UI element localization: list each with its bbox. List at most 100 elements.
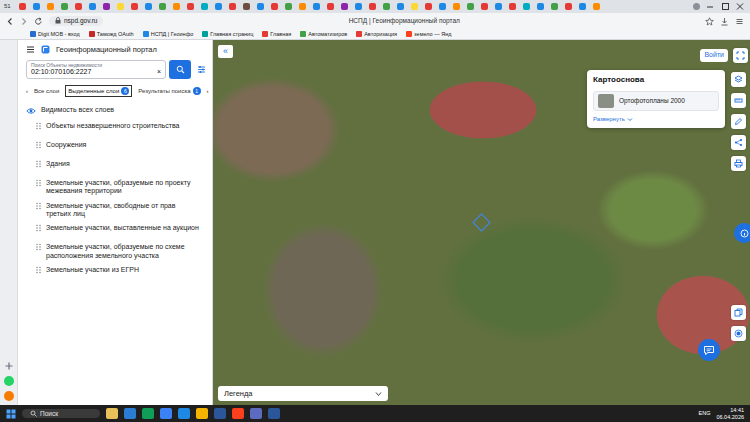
back-icon[interactable] [6, 17, 14, 26]
browser-tab[interactable] [171, 1, 182, 12]
bookmark[interactable]: Автоматизиров [300, 31, 347, 38]
browser-tab[interactable] [325, 1, 336, 12]
browser-tab[interactable] [227, 1, 238, 12]
bookmark[interactable]: Главная страниц [202, 31, 253, 38]
browser-tab[interactable] [199, 1, 210, 12]
drag-handle-icon[interactable] [36, 243, 41, 251]
taskbar-app-icon[interactable] [232, 408, 244, 419]
browser-tab[interactable] [381, 1, 392, 12]
windows-start-icon[interactable] [6, 409, 16, 419]
layer-tab[interactable]: Все слои [31, 86, 62, 97]
browser-tab[interactable] [185, 1, 196, 12]
reload-icon[interactable] [34, 17, 43, 26]
whatsapp-icon[interactable] [4, 376, 14, 386]
browser-tab[interactable] [423, 1, 434, 12]
maximize-icon[interactable] [719, 2, 731, 11]
download-icon[interactable] [720, 17, 729, 26]
bookmark[interactable]: Таможд OAuth [89, 31, 134, 38]
browser-tab[interactable] [395, 1, 406, 12]
taskbar-app-icon[interactable] [250, 408, 262, 419]
tabs-prev-button[interactable]: ‹ [26, 88, 28, 95]
bookmark[interactable]: Авторизация [356, 31, 397, 38]
layer-item[interactable]: Здания [26, 157, 206, 176]
map-tool-button[interactable] [731, 135, 746, 150]
menu-icon[interactable] [735, 17, 744, 26]
taskbar-app-icon[interactable] [106, 408, 118, 419]
browser-tab[interactable] [269, 1, 280, 12]
browser-tab[interactable] [143, 1, 154, 12]
drag-handle-icon[interactable] [36, 160, 41, 168]
info-button[interactable] [734, 223, 750, 243]
account-button[interactable] [733, 48, 748, 63]
search-value[interactable]: 02:10:070106:2227 [31, 68, 91, 76]
browser-tab[interactable] [297, 1, 308, 12]
browser-tab[interactable] [591, 1, 602, 12]
browser-tab[interactable] [73, 1, 84, 12]
taskbar-app-icon[interactable] [160, 408, 172, 419]
taskbar-app-icon[interactable] [268, 408, 280, 419]
browser-tab[interactable] [437, 1, 448, 12]
browser-tab[interactable] [339, 1, 350, 12]
taskbar-search[interactable]: Поиск [22, 409, 100, 419]
add-panel-icon[interactable] [4, 361, 14, 371]
star-icon[interactable] [705, 17, 714, 26]
browser-tab[interactable] [521, 1, 532, 12]
browser-tab[interactable] [507, 1, 518, 12]
browser-tab[interactable] [549, 1, 560, 12]
tabs-next-button[interactable]: › [207, 88, 209, 95]
taskbar-app-icon[interactable] [142, 408, 154, 419]
search-button[interactable] [169, 60, 191, 79]
browser-tab[interactable] [157, 1, 168, 12]
basemap-layer[interactable]: Ортофотопланы 2000 [593, 91, 719, 111]
layer-tab[interactable]: Выделенные слои6 [65, 85, 132, 97]
browser-tab[interactable] [241, 1, 252, 12]
map-tool-button[interactable] [731, 93, 746, 108]
taskbar-app-icon[interactable] [178, 408, 190, 419]
browser-tab[interactable] [535, 1, 546, 12]
browser-tab[interactable] [31, 1, 42, 12]
browser-tab[interactable] [129, 1, 140, 12]
browser-tab[interactable] [493, 1, 504, 12]
browser-tab[interactable] [17, 1, 28, 12]
drag-handle-icon[interactable] [36, 224, 41, 232]
browser-tab[interactable] [283, 1, 294, 12]
drag-handle-icon[interactable] [36, 179, 41, 187]
bookmark[interactable]: Digit МОВ - вход [30, 31, 80, 38]
language-indicator[interactable]: ENG [699, 410, 711, 417]
chat-button[interactable] [698, 339, 720, 361]
close-window-icon[interactable] [734, 2, 746, 11]
expand-link[interactable]: Развернуть [593, 116, 719, 123]
browser-tab[interactable] [255, 1, 266, 12]
browser-tab[interactable] [311, 1, 322, 12]
layer-tab[interactable]: Результаты поиска1 [135, 85, 203, 97]
layer-item[interactable]: Сооружения [26, 138, 206, 157]
bookmark[interactable]: НСПД | Геоинфо [143, 31, 194, 38]
map-tool-button[interactable] [731, 114, 746, 129]
drag-handle-icon[interactable] [36, 202, 41, 210]
browser-tab[interactable] [353, 1, 364, 12]
clock[interactable]: 14:4106.04.2026 [716, 407, 744, 419]
layer-item[interactable]: Объекты незавершенного строительства [26, 119, 206, 138]
app-icon[interactable] [4, 391, 14, 401]
browser-tab[interactable] [563, 1, 574, 12]
filter-button[interactable] [197, 65, 206, 74]
browser-tab[interactable] [115, 1, 126, 12]
browser-tab[interactable] [409, 1, 420, 12]
taskbar-app-icon[interactable] [124, 408, 136, 419]
legend-dropdown[interactable]: Легенда [218, 386, 388, 401]
map-tool-button[interactable] [731, 305, 746, 320]
profile-icon[interactable] [692, 2, 701, 11]
drag-handle-icon[interactable] [36, 266, 41, 274]
browser-tab[interactable] [577, 1, 588, 12]
browser-tab[interactable] [465, 1, 476, 12]
login-button[interactable]: Войти [700, 49, 728, 61]
minimize-icon[interactable] [704, 2, 716, 11]
hamburger-icon[interactable] [26, 45, 35, 54]
layer-item[interactable]: Земельные участки, образуемые по схеме р… [26, 240, 206, 263]
collapse-panel-button[interactable]: « [218, 45, 233, 58]
bookmark[interactable]: земело — Янд [406, 31, 451, 38]
layer-item[interactable]: Земельные участки, образуемые по проекту… [26, 176, 206, 199]
search-field[interactable]: Поиск Объекты недвижимости02:10:070106:2… [26, 60, 166, 79]
bookmark[interactable]: Главная [262, 31, 291, 38]
visibility-toggle[interactable]: Видимость всех слоев [26, 106, 206, 114]
